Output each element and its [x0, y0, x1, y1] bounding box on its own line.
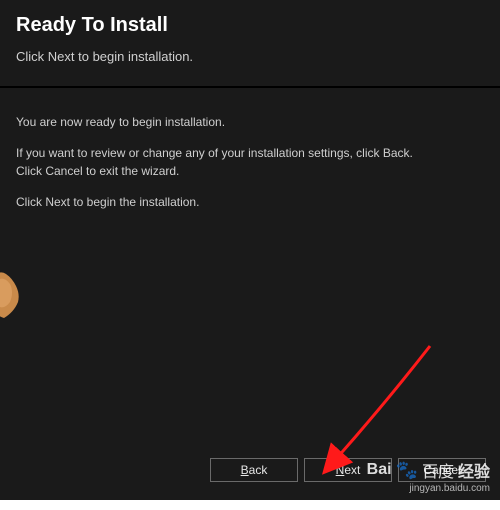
- back-label-rest: ack: [249, 463, 268, 477]
- review-text-a: If you want to review or change any of y…: [16, 146, 413, 160]
- content-section: You are now ready to begin installation.…: [0, 88, 500, 446]
- ready-text: You are now ready to begin installation.: [16, 114, 484, 131]
- review-text: If you want to review or change any of y…: [16, 145, 484, 180]
- header-section: Ready To Install Click Next to begin ins…: [0, 0, 500, 86]
- page-subtitle: Click Next to begin installation.: [16, 49, 484, 64]
- installer-window: Ready To Install Click Next to begin ins…: [0, 0, 500, 500]
- review-text-b: Click Cancel to exit the wizard.: [16, 164, 179, 178]
- cancel-button[interactable]: Cancel: [398, 458, 486, 482]
- next-button[interactable]: Next: [304, 458, 392, 482]
- footer-section: Back Next Cancel: [0, 446, 500, 500]
- back-mnemonic: B: [241, 463, 249, 477]
- back-button[interactable]: Back: [210, 458, 298, 482]
- page-title: Ready To Install: [16, 14, 484, 37]
- next-label-rest: ext: [344, 463, 360, 477]
- next-instruction-text: Click Next to begin the installation.: [16, 194, 484, 211]
